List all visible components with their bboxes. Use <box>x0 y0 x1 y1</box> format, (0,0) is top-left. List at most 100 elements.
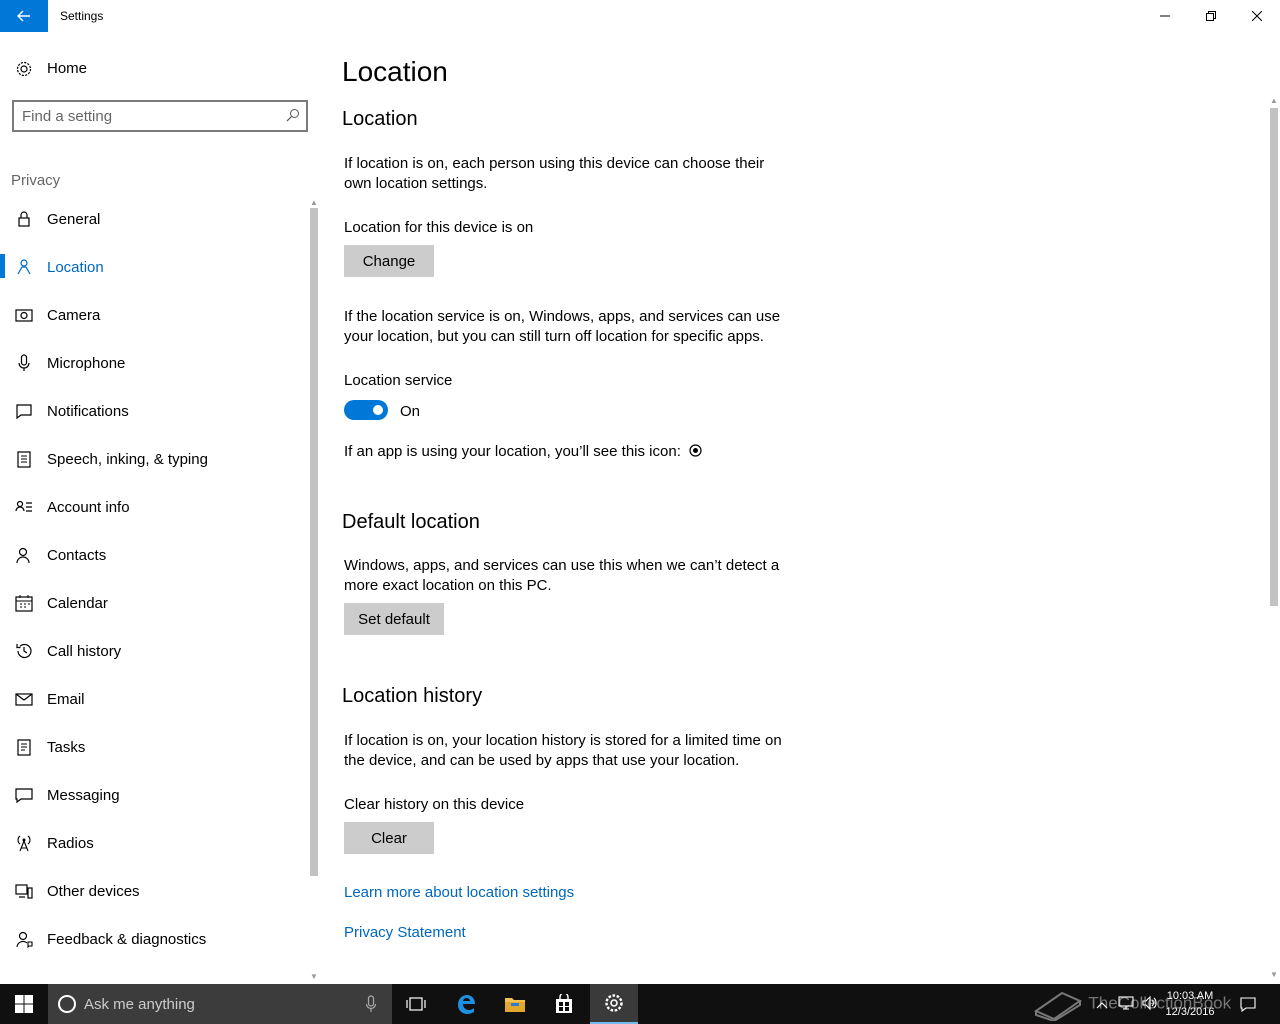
minimize-icon <box>1160 15 1170 17</box>
title-bar: Settings <box>0 0 1280 32</box>
sidebar-item-label: Messaging <box>47 787 120 804</box>
sidebar-item-general[interactable]: General <box>0 196 306 240</box>
scroll-down-icon[interactable]: ▼ <box>1270 970 1278 979</box>
store-taskbar-button[interactable] <box>540 984 588 1024</box>
scrollbar-thumb[interactable] <box>310 208 318 876</box>
search-input[interactable] <box>22 106 272 126</box>
privacy-group-label: Privacy <box>11 172 61 189</box>
edge-taskbar-button[interactable] <box>442 984 490 1024</box>
sidebar-item-account-info[interactable]: Account info <box>0 484 306 528</box>
sidebar-item-label: Microphone <box>47 355 126 372</box>
clear-button[interactable]: Clear <box>344 822 434 854</box>
camera-icon <box>15 306 33 324</box>
sidebar-item-label: Location <box>47 259 104 276</box>
windows-logo-icon <box>15 995 33 1013</box>
folder-icon <box>505 998 525 1012</box>
main-content: Location Location If location is on, eac… <box>320 32 1268 984</box>
clear-history-label: Clear history on this device <box>344 796 525 813</box>
scroll-up-icon[interactable]: ▲ <box>310 198 318 207</box>
sidebar-scrollbar[interactable]: ▲ ▼ <box>308 196 320 984</box>
privacy-nav-list: General Location Camera Microphone Notif… <box>0 196 306 984</box>
change-button[interactable]: Change <box>344 245 434 277</box>
sidebar-item-call-history[interactable]: Call history <box>0 628 306 672</box>
scroll-down-icon[interactable]: ▼ <box>310 972 318 981</box>
gear-icon <box>15 60 33 83</box>
sidebar-item-messaging[interactable]: Messaging <box>0 772 306 816</box>
clipboard-icon <box>15 450 33 468</box>
clock-date: 12/3/2016 <box>1165 1006 1215 1018</box>
cortana-icon <box>58 995 76 1013</box>
cortana-search-text: Ask me anything <box>84 996 195 1013</box>
sidebar-item-microphone[interactable]: Microphone <box>0 340 306 384</box>
home-label: Home <box>47 60 88 77</box>
location-person-icon <box>15 258 33 276</box>
sidebar-item-location[interactable]: Location <box>0 244 306 288</box>
settings-taskbar-button[interactable] <box>590 984 638 1024</box>
restore-button[interactable] <box>1188 0 1234 32</box>
minimize-button[interactable] <box>1142 0 1188 32</box>
toggle-state-label: On <box>400 403 421 420</box>
location-history-title: Location history <box>342 685 483 707</box>
location-history-description: If location is on, your location history… <box>344 732 782 769</box>
lock-icon <box>15 210 33 228</box>
network-icon[interactable] <box>1118 995 1134 1016</box>
book-logo-icon <box>1033 991 1083 1023</box>
sidebar: Home Privacy General Location Camera Mic… <box>0 32 320 984</box>
location-section-title: Location <box>342 108 418 130</box>
start-button[interactable] <box>0 984 48 1024</box>
sidebar-item-label: Call history <box>47 643 122 660</box>
location-icon-note: If an app is using your location, you’ll… <box>344 442 844 463</box>
microphone-icon[interactable] <box>365 995 377 1018</box>
set-default-button[interactable]: Set default <box>344 603 444 635</box>
feedback-icon <box>15 930 33 949</box>
page-title: Location <box>342 56 448 87</box>
location-service-toggle[interactable] <box>344 400 388 420</box>
device-location-status: Location for this device is on <box>344 219 534 236</box>
sidebar-item-label: Calendar <box>47 595 108 612</box>
microphone-icon <box>15 354 33 372</box>
main-scrollbar[interactable]: ▲ ▼ <box>1268 96 1280 984</box>
calendar-icon <box>15 594 33 612</box>
location-in-use-icon <box>689 443 702 463</box>
radio-tower-icon <box>15 834 33 852</box>
task-view-icon <box>406 997 426 1011</box>
learn-more-link[interactable]: Learn more about location settings <box>344 884 574 901</box>
sidebar-item-other-devices[interactable]: Other devices <box>0 868 306 912</box>
edge-icon <box>458 995 475 1014</box>
scrollbar-thumb[interactable] <box>1270 108 1278 606</box>
cortana-search-box[interactable]: Ask me anything <box>48 984 392 1024</box>
sidebar-item-radios[interactable]: Radios <box>0 820 306 864</box>
home-nav-item[interactable]: Home <box>0 52 320 86</box>
sidebar-item-camera[interactable]: Camera <box>0 292 306 336</box>
action-center-icon[interactable] <box>1240 996 1256 1017</box>
privacy-statement-link[interactable]: Privacy Statement <box>344 924 466 941</box>
sidebar-item-contacts[interactable]: Contacts <box>0 532 306 576</box>
messaging-icon <box>15 786 33 804</box>
location-service-description: If the location service is on, Windows, … <box>344 308 781 345</box>
close-button[interactable] <box>1234 0 1280 32</box>
clock[interactable]: 10:03 AM 12/3/2016 <box>1150 988 1230 1020</box>
sidebar-item-label: General <box>47 211 101 228</box>
location-service-label: Location service <box>344 372 453 389</box>
app-title: Settings <box>60 9 104 23</box>
sidebar-item-feedback[interactable]: Feedback & diagnostics <box>0 916 306 960</box>
task-view-button[interactable] <box>392 984 440 1024</box>
gear-icon <box>605 994 623 1012</box>
restore-icon <box>1206 11 1216 21</box>
sidebar-item-label: Feedback & diagnostics <box>47 931 207 948</box>
sidebar-item-calendar[interactable]: Calendar <box>0 580 306 624</box>
sidebar-item-notifications[interactable]: Notifications <box>0 388 306 432</box>
contacts-icon <box>15 546 33 564</box>
search-icon[interactable] <box>286 108 300 127</box>
sidebar-item-speech[interactable]: Speech, inking, & typing <box>0 436 306 480</box>
chevron-up-icon[interactable] <box>1096 996 1108 1014</box>
store-icon <box>556 994 572 1013</box>
sidebar-item-tasks[interactable]: Tasks <box>0 724 306 768</box>
sidebar-item-email[interactable]: Email <box>0 676 306 720</box>
sidebar-item-label: Tasks <box>47 739 86 756</box>
location-description: If location is on, each person using thi… <box>344 155 765 192</box>
back-button[interactable] <box>0 0 48 32</box>
location-icon-note-text: If an app is using your location, you’ll… <box>344 443 681 460</box>
scroll-up-icon[interactable]: ▲ <box>1270 96 1278 105</box>
file-explorer-taskbar-button[interactable] <box>491 984 539 1024</box>
